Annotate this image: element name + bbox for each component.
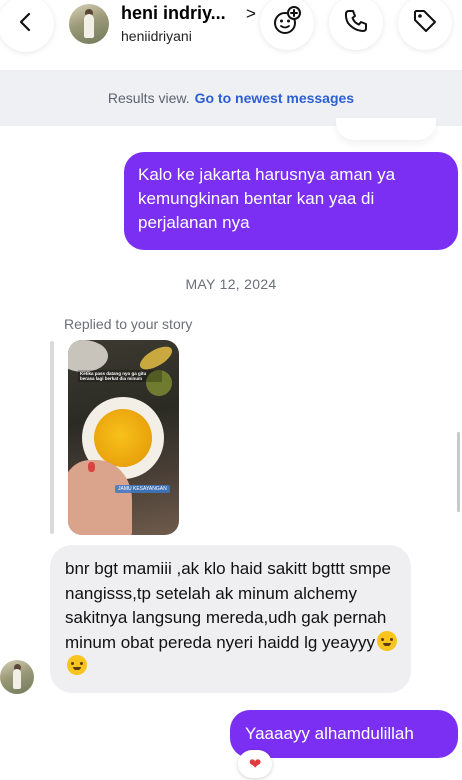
- results-view-text: Results view.: [107, 90, 190, 106]
- heart-reaction[interactable]: ❤: [238, 750, 272, 778]
- tag-icon: [411, 7, 439, 40]
- call-button[interactable]: [329, 0, 383, 50]
- go-to-newest-link[interactable]: Go to newest messages: [195, 90, 355, 106]
- incoming-message-text: bnr bgt mamiii ,ak klo haid sakitt bgttt…: [65, 559, 391, 652]
- video-effects-icon: [271, 5, 303, 42]
- date-separator: MAY 12, 2024: [185, 276, 277, 292]
- contact-name[interactable]: heni indriy...: [121, 3, 226, 24]
- heart-icon: ❤: [248, 756, 262, 773]
- back-button[interactable]: [0, 0, 54, 52]
- contact-handle: heniidriyani: [121, 28, 192, 44]
- back-icon: [15, 11, 37, 38]
- replied-to-story-label: Replied to your story: [64, 316, 193, 332]
- story-thumbnail[interactable]: Ketika pass datang nyo ga gitu berasa la…: [68, 340, 179, 535]
- sender-avatar[interactable]: [0, 660, 34, 694]
- phone-icon: [342, 7, 370, 40]
- video-effects-button[interactable]: [260, 0, 314, 50]
- scrollbar[interactable]: [457, 432, 460, 512]
- partial-message-bubble: [336, 118, 436, 140]
- chat-header: heni indriy... > heniidriyani: [0, 0, 462, 70]
- story-caption: Ketika pass datang nyo ga gitu berasa la…: [78, 370, 162, 382]
- tag-button[interactable]: [398, 0, 452, 50]
- incoming-message[interactable]: bnr bgt mamiii ,ak klo haid sakitt bgttt…: [50, 545, 411, 693]
- hugging-face-emoji-icon: [67, 655, 87, 675]
- hugging-face-emoji-icon: [376, 630, 397, 651]
- chevron-right-icon[interactable]: >: [246, 4, 256, 24]
- outgoing-message[interactable]: Kalo ke jakarta harusnya aman ya kemungk…: [124, 152, 458, 250]
- contact-avatar[interactable]: [69, 4, 109, 44]
- story-tag: JAMU KESAYANGAN: [115, 485, 170, 493]
- reply-indicator-bar: [50, 341, 54, 534]
